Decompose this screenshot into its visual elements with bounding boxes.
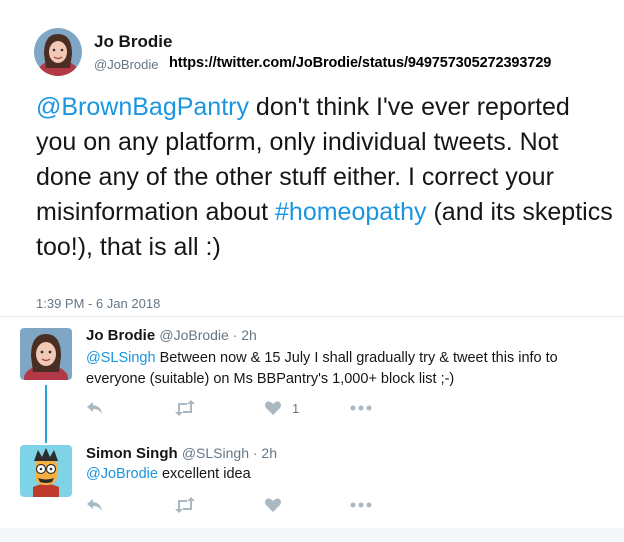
retweet-icon <box>175 400 195 416</box>
divider <box>0 316 624 317</box>
like-count: 1 <box>292 400 300 416</box>
reply-text-body: Between now & 15 July I shall gradually … <box>86 350 558 387</box>
retweet-button[interactable] <box>174 497 196 513</box>
reply-icon <box>87 402 102 414</box>
reply-button[interactable] <box>86 400 104 416</box>
more-button[interactable] <box>350 404 372 412</box>
status-url: https://twitter.com/JoBrodie/status/9497… <box>169 55 552 71</box>
reply-text: @SLSingh Between now & 15 July I shall g… <box>86 348 616 390</box>
hashtag-link[interactable]: #homeopathy <box>275 198 427 226</box>
more-button[interactable] <box>350 501 372 509</box>
more-dots-icon <box>350 405 372 411</box>
mention-link[interactable]: @BrownBagPantry <box>36 93 249 121</box>
reply-author-name[interactable]: Jo Brodie <box>86 327 155 344</box>
author-name[interactable]: Jo Brodie <box>94 32 172 52</box>
author-handle[interactable]: @JoBrodie <box>94 57 159 72</box>
reply-author-meta[interactable]: @SLSingh · 2h <box>182 445 277 461</box>
heart-icon <box>265 498 281 512</box>
reply-text-body: excellent idea <box>157 466 251 482</box>
thread-connector <box>45 385 47 443</box>
tweet-text: @BrownBagPantry don't think I've ever re… <box>36 90 616 265</box>
more-dots-icon <box>350 502 372 508</box>
like-button[interactable] <box>264 497 282 513</box>
reply-author-name[interactable]: Simon Singh <box>86 445 178 462</box>
reply-author[interactable]: Simon Singh @SLSingh · 2h <box>86 445 277 462</box>
mention-link[interactable]: @JoBrodie <box>86 466 158 482</box>
like-button[interactable]: 1 <box>264 400 299 416</box>
retweet-button[interactable] <box>174 400 196 416</box>
retweet-icon <box>175 497 195 513</box>
reply-text: @JoBrodie excellent idea <box>86 464 616 485</box>
avatar[interactable] <box>20 445 72 497</box>
avatar[interactable] <box>34 28 82 76</box>
heart-icon <box>265 401 281 415</box>
mention-link[interactable]: @SLSingh <box>86 350 156 366</box>
avatar[interactable] <box>20 328 72 380</box>
reply-author-meta[interactable]: @JoBrodie · 2h <box>159 327 256 343</box>
reply-icon <box>87 499 102 511</box>
reply-author[interactable]: Jo Brodie @JoBrodie · 2h <box>86 327 257 344</box>
tweet-timestamp[interactable]: 1:39 PM - 6 Jan 2018 <box>36 296 160 311</box>
bottom-edge <box>0 528 624 542</box>
reply-button[interactable] <box>86 497 104 513</box>
